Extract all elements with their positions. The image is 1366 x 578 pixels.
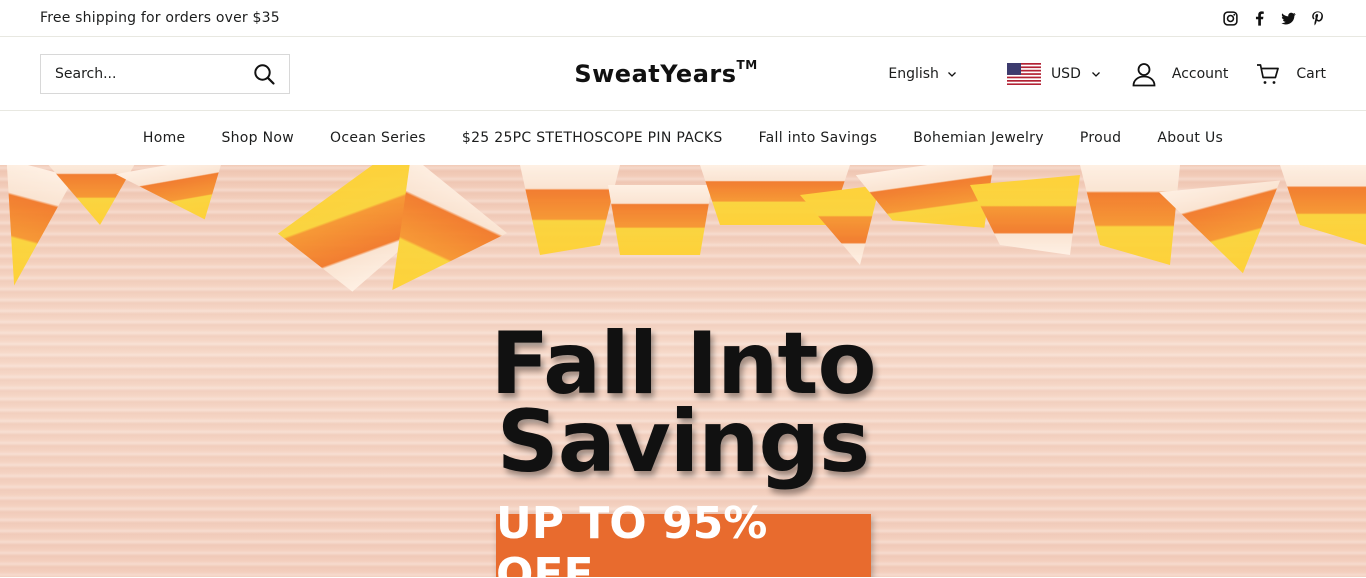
language-selector[interactable]: English xyxy=(888,66,957,82)
search-input[interactable] xyxy=(55,65,235,82)
logo-text: SweatYears xyxy=(574,59,737,88)
nav-item-stethoscope-pin-packs[interactable]: $25 25PC STETHOSCOPE PIN PACKS xyxy=(462,130,723,146)
nav-item-bohemian-jewelry[interactable]: Bohemian Jewelry xyxy=(913,130,1044,146)
instagram-icon[interactable] xyxy=(1222,10,1239,27)
search-box[interactable] xyxy=(40,53,290,94)
announcement-bar: Free shipping for orders over $35 xyxy=(0,0,1366,37)
nav-item-home[interactable]: Home xyxy=(143,130,186,146)
announcement-text: Free shipping for orders over $35 xyxy=(40,10,280,26)
hero-banner[interactable]: Fall Into Savings UP TO 95% OFF xyxy=(0,165,1366,577)
us-flag-icon xyxy=(1006,62,1041,85)
hero-title-line2: Savings xyxy=(496,392,870,492)
cart-link[interactable]: Cart xyxy=(1256,62,1326,86)
currency-selector[interactable]: USD xyxy=(1006,62,1101,85)
search-icon[interactable] xyxy=(252,62,276,86)
cart-label: Cart xyxy=(1296,65,1326,82)
facebook-icon[interactable] xyxy=(1251,10,1268,27)
hero-title: Fall Into Savings xyxy=(490,321,876,492)
header-utilities: English USD Account Cart xyxy=(888,61,1326,87)
nav-item-about-us[interactable]: About Us xyxy=(1157,130,1223,146)
nav-item-fall-into-savings[interactable]: Fall into Savings xyxy=(759,130,878,146)
currency-label: USD xyxy=(1050,65,1081,82)
site-logo[interactable]: SweatYearsTM xyxy=(574,57,758,88)
hero-cta-button[interactable]: UP TO 95% OFF xyxy=(496,498,871,577)
nav-item-proud[interactable]: Proud xyxy=(1080,130,1121,146)
pinterest-icon[interactable] xyxy=(1309,10,1326,27)
account-link[interactable]: Account xyxy=(1131,61,1229,87)
user-icon xyxy=(1131,61,1157,87)
cart-icon xyxy=(1256,62,1280,86)
language-label: English xyxy=(888,65,939,82)
nav-item-ocean-series[interactable]: Ocean Series xyxy=(330,130,426,146)
chevron-down-icon xyxy=(947,69,957,79)
logo-trademark: TM xyxy=(736,57,758,72)
twitter-icon[interactable] xyxy=(1280,10,1297,27)
social-links xyxy=(1222,10,1326,27)
nav-item-shop-now[interactable]: Shop Now xyxy=(221,130,294,146)
account-label: Account xyxy=(1171,65,1229,82)
site-header: SweatYearsTM English USD xyxy=(0,37,1366,111)
main-nav: Home Shop Now Ocean Series $25 25PC STET… xyxy=(0,111,1366,165)
chevron-down-icon xyxy=(1091,69,1101,79)
candy-corn-decoration xyxy=(6,165,1366,292)
